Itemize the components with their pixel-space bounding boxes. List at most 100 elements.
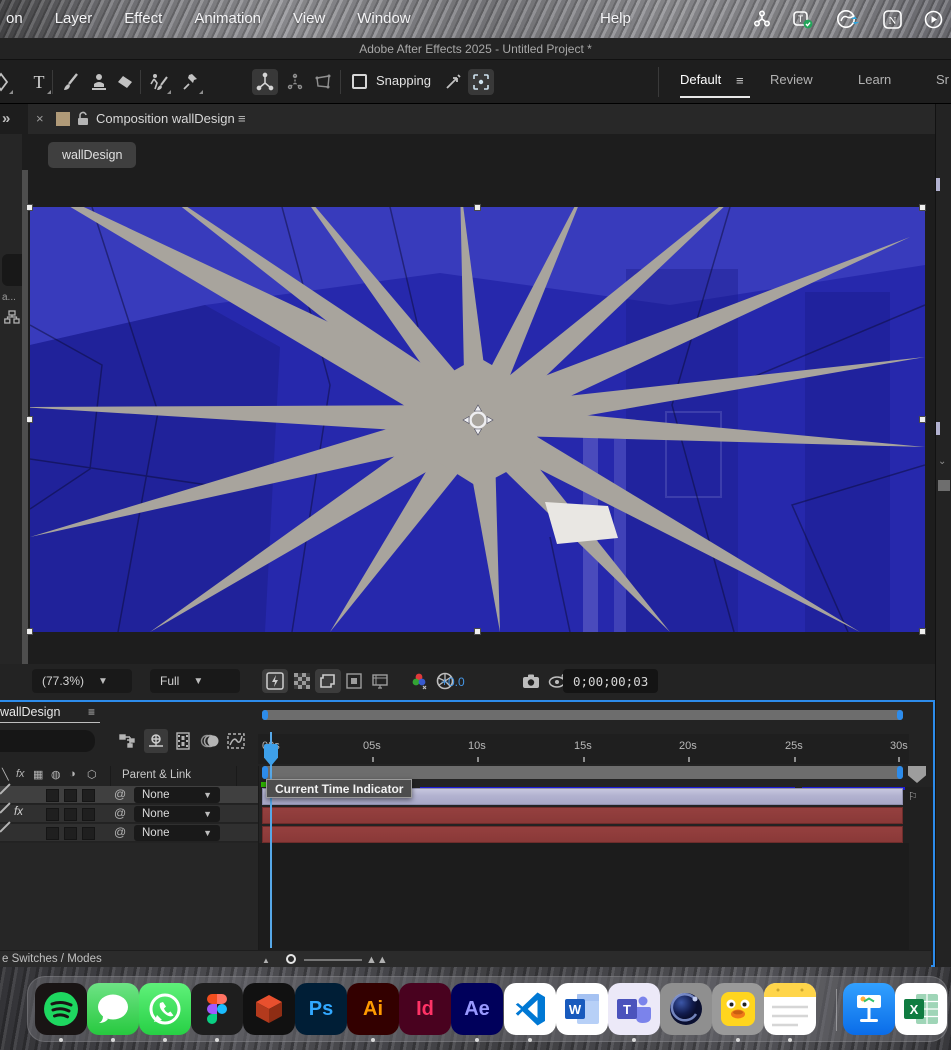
composition-panel-title[interactable]: Composition wallDesign [96, 111, 235, 126]
chevron-down-icon[interactable]: ⌄ [938, 456, 946, 467]
clone-stamp-tool-icon[interactable] [86, 69, 112, 95]
dock-cinema4d[interactable] [660, 983, 712, 1035]
menu-composition-partial[interactable]: on [0, 0, 39, 38]
eraser-tool-icon[interactable] [112, 69, 138, 95]
zoom-out-icon[interactable]: ▲ [262, 956, 270, 965]
menu-effect[interactable]: Effect [108, 0, 178, 38]
panel-menu-icon[interactable]: ≡ [238, 111, 246, 126]
play-circle-icon[interactable] [924, 10, 943, 29]
creative-cloud-sync-icon[interactable] [835, 9, 861, 29]
switch-cell[interactable] [46, 789, 59, 802]
workspace-review[interactable]: Review [770, 72, 813, 87]
toggle-switches-modes-label[interactable]: e Switches / Modes [0, 953, 102, 965]
snap-options-icon[interactable] [440, 69, 466, 95]
resolution-dropdown[interactable]: Full▼ [150, 669, 240, 693]
menu-layer[interactable]: Layer [39, 0, 109, 38]
snap-grid-icon[interactable] [468, 69, 494, 95]
anchor-all-tool-icon[interactable] [282, 69, 308, 95]
switch-cell[interactable] [64, 808, 77, 821]
dock-notes[interactable] [764, 983, 816, 1035]
brush-tool-icon[interactable] [58, 69, 84, 95]
unlock-icon[interactable] [76, 111, 90, 127]
menu-animation[interactable]: Animation [178, 0, 277, 38]
pen-tool-icon[interactable] [0, 69, 14, 95]
anchor-behind-tool-icon[interactable] [252, 69, 278, 95]
motion-blur-icon[interactable] [198, 729, 222, 753]
switch-cell[interactable] [64, 789, 77, 802]
fast-preview-icon[interactable] [262, 669, 288, 693]
fx-badge[interactable]: fx [14, 806, 23, 818]
dock-vscode[interactable] [504, 983, 556, 1035]
menu-window[interactable]: Window [341, 0, 426, 38]
zoom-slider-track[interactable] [304, 959, 362, 961]
parent-dropdown[interactable]: None▼ [134, 806, 220, 822]
zoom-slider-handle[interactable] [286, 954, 296, 964]
project-search-fragment[interactable] [2, 254, 22, 286]
magnification-dropdown[interactable]: (77.3%)▼ [32, 669, 132, 693]
collapse-panel-chevrons[interactable]: » [2, 110, 10, 127]
pickwhip-icon[interactable]: @ [114, 787, 126, 801]
dock-illustrator[interactable]: Ai [347, 983, 399, 1035]
pickwhip-icon[interactable]: @ [114, 825, 126, 839]
transparency-grid-icon[interactable] [289, 669, 315, 693]
layer-bar-3[interactable] [262, 826, 903, 843]
switch-cell[interactable] [82, 808, 95, 821]
switch-cell[interactable] [64, 827, 77, 840]
crop-region-icon[interactable] [367, 669, 393, 693]
preview-timecode[interactable]: 0;00;00;03 [563, 669, 658, 693]
parent-link-header[interactable]: Parent & Link [122, 769, 191, 781]
draft-3d-icon[interactable] [144, 729, 168, 753]
workspace-menu-icon[interactable]: ≡ [736, 73, 743, 88]
dock-whatsapp[interactable] [139, 983, 191, 1035]
type-tool-icon[interactable]: T [26, 69, 52, 95]
menu-view[interactable]: View [277, 0, 341, 38]
nodes-icon[interactable] [753, 10, 771, 28]
selection-handle[interactable] [919, 204, 926, 211]
puppet-pin-tool-icon[interactable] [178, 69, 204, 95]
dock-photoshop[interactable]: Ps [295, 983, 347, 1035]
teams-status-icon[interactable]: T [793, 9, 813, 29]
selection-handle[interactable] [26, 628, 33, 635]
work-area-bar[interactable] [262, 766, 903, 779]
parent-dropdown[interactable]: None▼ [134, 787, 220, 803]
timeline-tab-walldesign[interactable]: wallDesign [0, 705, 60, 719]
dock-cyberduck[interactable] [712, 983, 764, 1035]
switch-cell[interactable] [46, 827, 59, 840]
timeline-panel-menu-icon[interactable]: ≡ [88, 705, 95, 719]
dock-excel[interactable]: X [895, 983, 947, 1035]
selection-handle[interactable] [919, 628, 926, 635]
flowchart-icon[interactable] [4, 310, 20, 324]
dock-figma[interactable] [191, 983, 243, 1035]
roto-brush-tool-icon[interactable] [146, 69, 172, 95]
switch-cell[interactable] [82, 827, 95, 840]
dock-indesign[interactable]: Id [399, 983, 451, 1035]
layer-row-3[interactable]: @ None▼ [0, 824, 258, 842]
timeline-search-input[interactable] [0, 730, 95, 752]
selection-handle[interactable] [26, 204, 33, 211]
pickwhip-icon[interactable]: @ [114, 806, 126, 820]
graph-editor-icon[interactable] [224, 729, 248, 753]
selection-handle[interactable] [26, 416, 33, 423]
parent-dropdown[interactable]: None▼ [134, 825, 220, 841]
layer-marker-icon[interactable]: ⚐ [908, 790, 918, 803]
layer-row-2[interactable]: fx @ None▼ [0, 805, 258, 823]
dock-keynote[interactable] [843, 983, 895, 1035]
collapsed-right-panels-strip[interactable]: ⌄ [935, 104, 951, 967]
time-ruler[interactable]: 00s 05s 10s 15s 20s 25s 30s [258, 734, 909, 764]
layer-bar-2[interactable] [262, 807, 903, 824]
channels-icon[interactable] [406, 669, 432, 693]
snapshot-camera-icon[interactable] [518, 669, 544, 693]
snapping-checkbox[interactable] [352, 74, 367, 89]
frame-blending-icon[interactable] [171, 729, 195, 753]
comp-mini-flowchart-icon[interactable] [116, 729, 140, 753]
dock-messages[interactable] [87, 983, 139, 1035]
dock-spotify[interactable] [35, 983, 87, 1035]
dock-box-app[interactable] [243, 983, 295, 1035]
selection-handle[interactable] [474, 628, 481, 635]
workspace-default[interactable]: Default [680, 72, 721, 87]
dock-word[interactable]: W [556, 983, 608, 1035]
dock-teams[interactable]: T [608, 983, 660, 1035]
region-of-interest-icon[interactable] [315, 669, 341, 693]
notion-icon[interactable]: N [883, 10, 902, 29]
dock-after-effects[interactable]: Ae [451, 983, 503, 1035]
